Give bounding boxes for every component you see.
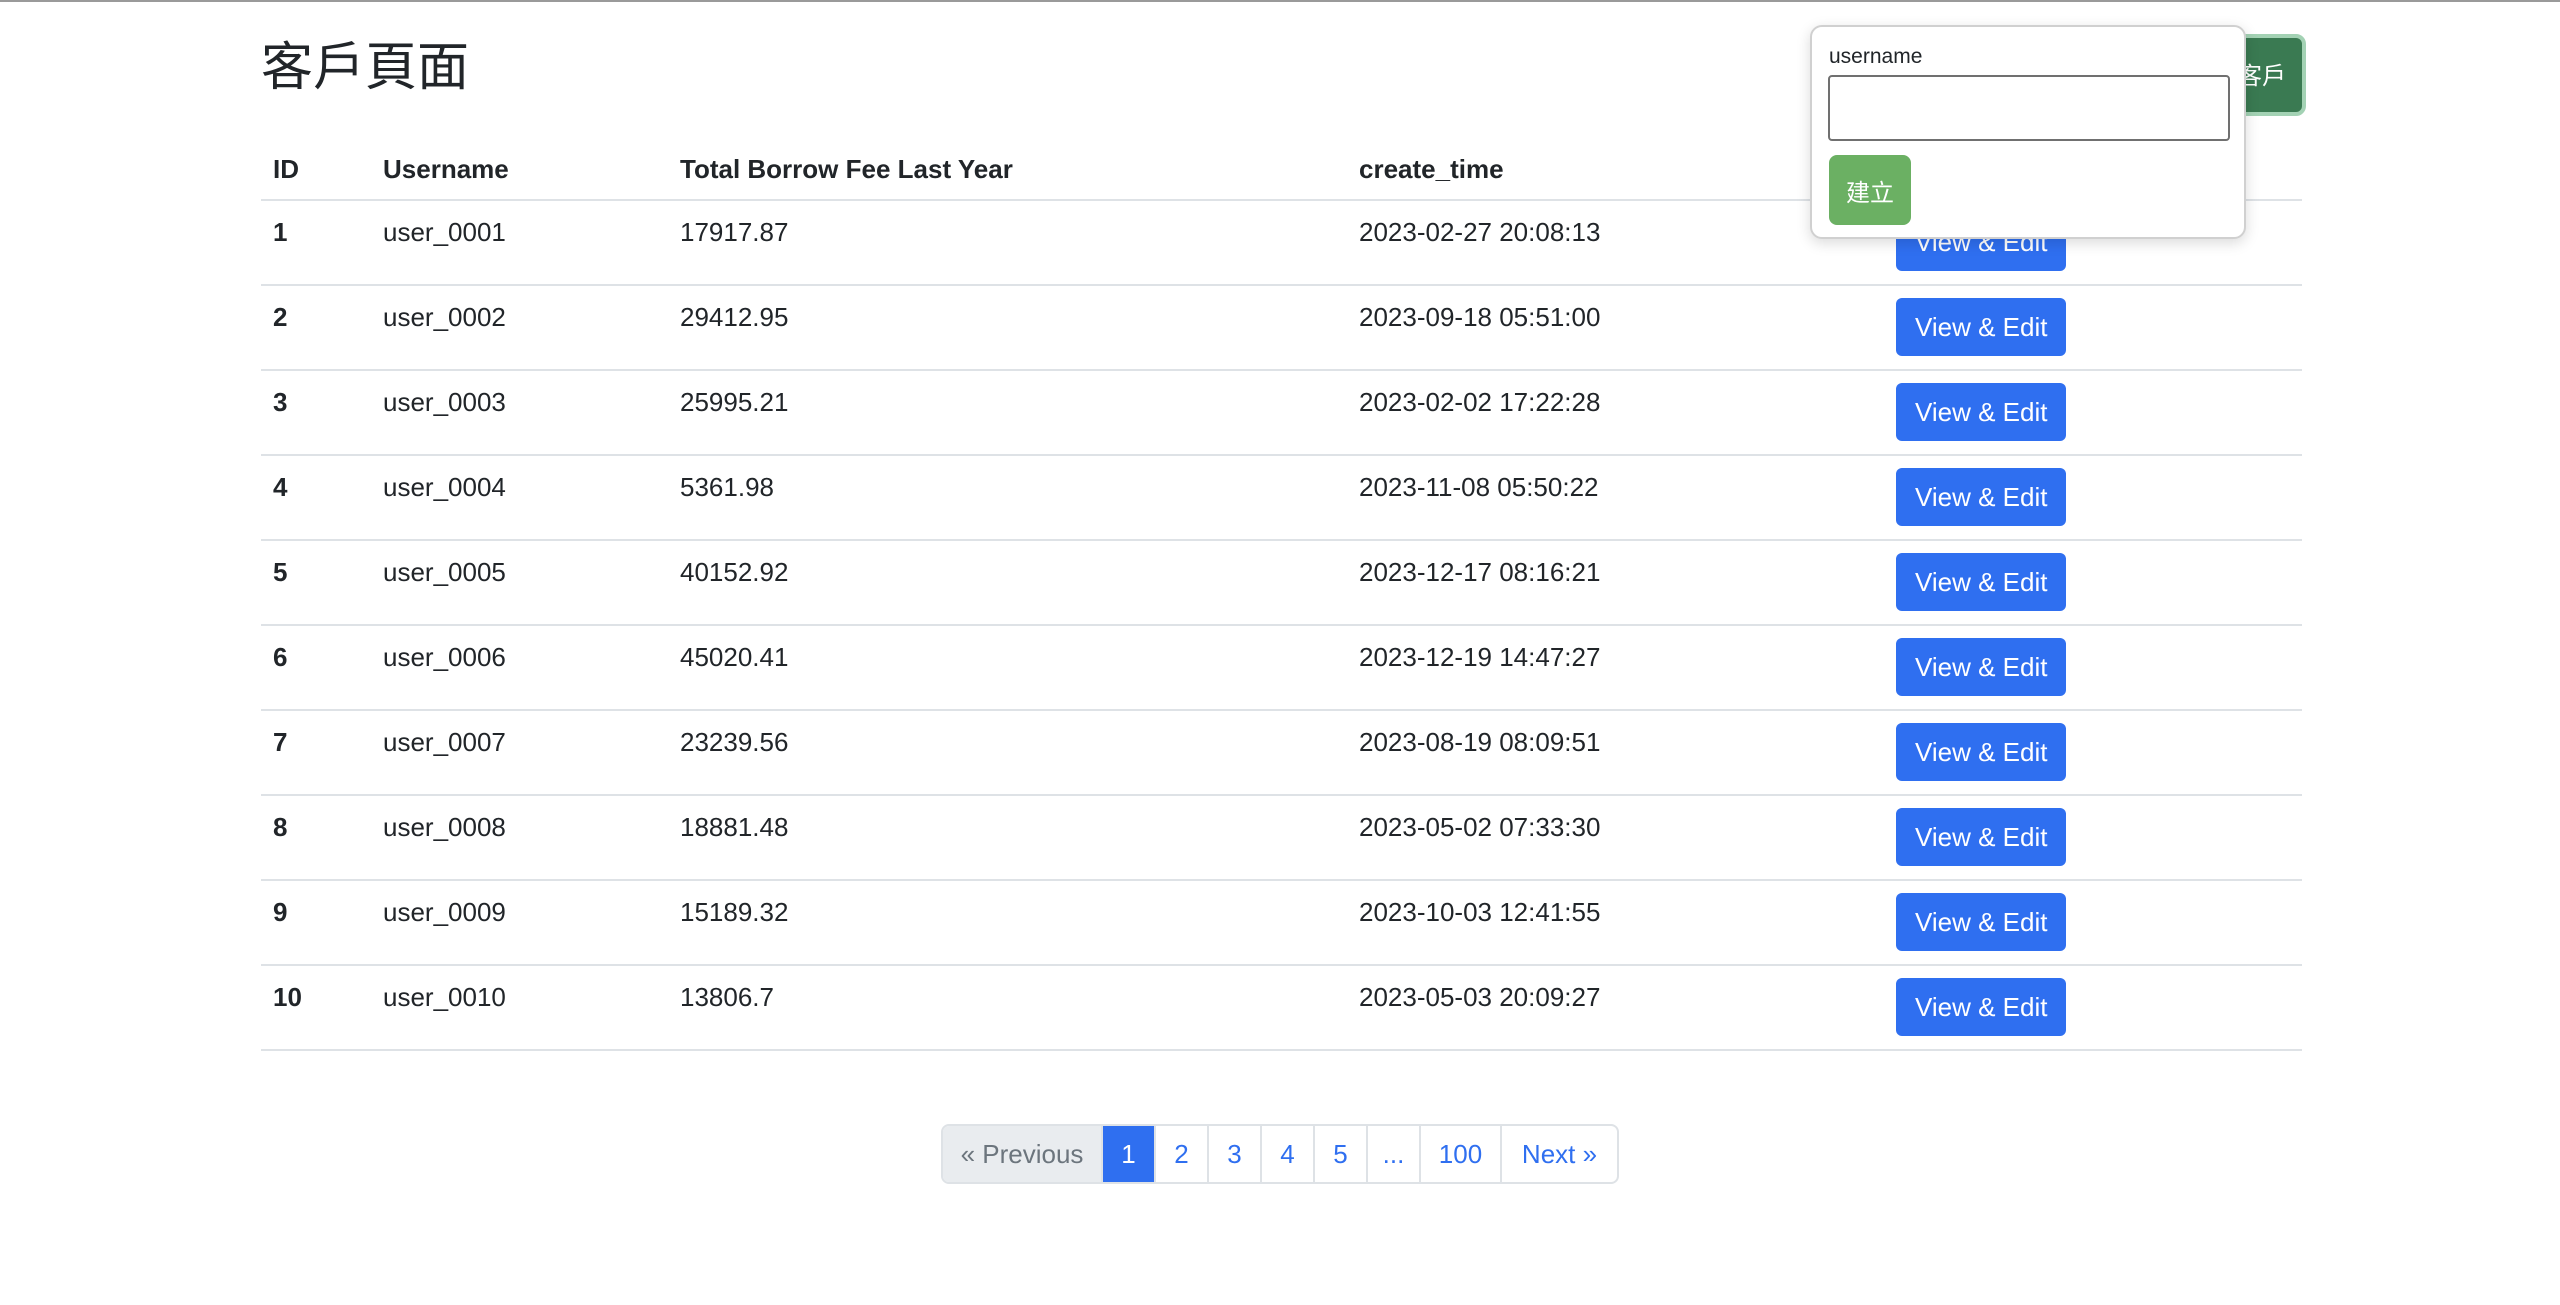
table-row: 2 user_0002 29412.95 2023-09-18 05:51:00 Vie… [261, 285, 2302, 371]
row-fee: 15189.32 [668, 880, 1347, 966]
table-row: 3 user_0003 25995.21 2023-02-02 17:22:28 Vie… [261, 370, 2302, 456]
page-link-4[interactable]: 4 [1262, 1126, 1315, 1182]
view-edit-button[interactable]: View & Edit [1896, 978, 2067, 1036]
row-create-time: 2023-05-03 20:09:27 [1347, 965, 1884, 1051]
row-actions: View & Edit [1884, 965, 2302, 1051]
row-fee: 23239.56 [668, 710, 1347, 796]
row-actions: View & Edit [1884, 285, 2302, 371]
page-link-2[interactable]: 2 [1156, 1126, 1209, 1182]
view-edit-button[interactable]: View & Edit [1896, 298, 2067, 356]
page-link-1[interactable]: 1 [1103, 1126, 1156, 1182]
table-row: 8 user_0008 18881.48 2023-05-02 07:33:30 Vie… [261, 795, 2302, 881]
table-row: 5 user_0005 40152.92 2023-12-17 08:16:21 Vie… [261, 540, 2302, 626]
row-username: user_0005 [371, 540, 668, 626]
view-edit-button[interactable]: View & Edit [1896, 553, 2067, 611]
view-edit-button[interactable]: View & Edit [1896, 723, 2067, 781]
row-fee: 5361.98 [668, 455, 1347, 541]
page-title: 客戶頁面 [261, 38, 470, 98]
row-fee: 45020.41 [668, 625, 1347, 711]
row-id: 9 [261, 880, 371, 966]
view-edit-button[interactable]: View & Edit [1896, 808, 2067, 866]
row-id: 1 [261, 200, 371, 286]
row-actions: View & Edit [1884, 370, 2302, 456]
row-username: user_0004 [371, 455, 668, 541]
row-id: 6 [261, 625, 371, 711]
page-ellipsis: ... [1368, 1126, 1421, 1182]
column-header-id: ID [261, 140, 371, 201]
view-edit-button[interactable]: View & Edit [1896, 893, 2067, 951]
top-rule [0, 0, 2560, 2]
username-input[interactable] [1828, 75, 2230, 141]
table-row: 10 user_0010 13806.7 2023-05-03 20:09:27 Vie… [261, 965, 2302, 1051]
table-row: 9 user_0009 15189.32 2023-10-03 12:41:55 Vie… [261, 880, 2302, 966]
row-actions: View & Edit [1884, 710, 2302, 796]
row-id: 7 [261, 710, 371, 796]
row-username: user_0001 [371, 200, 668, 286]
row-username: user_0007 [371, 710, 668, 796]
table-row: 6 user_0006 45020.41 2023-12-19 14:47:27 Vie… [261, 625, 2302, 711]
pagination: « Previous 1 2 3 4 5... 100 Next » [941, 1124, 1619, 1184]
page-link-5[interactable]: 5 [1315, 1126, 1368, 1182]
view-edit-button[interactable]: View & Edit [1896, 638, 2067, 696]
table-row: 7 user_0007 23239.56 2023-08-19 08:09:51 Vie… [261, 710, 2302, 796]
row-create-time: 2023-12-17 08:16:21 [1347, 540, 1884, 626]
row-fee: 18881.48 [668, 795, 1347, 881]
row-create-time: 2023-10-03 12:41:55 [1347, 880, 1884, 966]
view-edit-button[interactable]: View & Edit [1896, 468, 2067, 526]
table-row: 4 user_0004 5361.98 2023-11-08 05:50:22 View… [261, 455, 2302, 541]
username-label: username [1829, 45, 1923, 68]
row-id: 4 [261, 455, 371, 541]
row-create-time: 2023-12-19 14:47:27 [1347, 625, 1884, 711]
row-actions: View & Edit [1884, 880, 2302, 966]
column-header-username: Username [371, 140, 668, 201]
previous-page-link: « Previous [943, 1126, 1103, 1182]
row-actions: View & Edit [1884, 540, 2302, 626]
row-fee: 40152.92 [668, 540, 1347, 626]
customer-table: ID Username Total Borrow Fee Last Year c… [261, 140, 2302, 1051]
row-create-time: 2023-02-02 17:22:28 [1347, 370, 1884, 456]
row-id: 3 [261, 370, 371, 456]
row-actions: View & Edit [1884, 795, 2302, 881]
row-fee: 17917.87 [668, 200, 1347, 286]
row-actions: View & Edit [1884, 455, 2302, 541]
create-button[interactable]: 建立 [1829, 155, 1911, 225]
row-create-time: 2023-05-02 07:33:30 [1347, 795, 1884, 881]
row-username: user_0003 [371, 370, 668, 456]
row-fee: 25995.21 [668, 370, 1347, 456]
table-body: 1 user_0001 17917.87 2023-02-27 20:08:13 Vie… [261, 200, 2302, 1051]
row-create-time: 2023-08-19 08:09:51 [1347, 710, 1884, 796]
row-id: 10 [261, 965, 371, 1051]
row-fee: 29412.95 [668, 285, 1347, 371]
page-link-3[interactable]: 3 [1209, 1126, 1262, 1182]
view-edit-button[interactable]: View & Edit [1896, 383, 2067, 441]
row-create-time: 2023-09-18 05:51:00 [1347, 285, 1884, 371]
page-link-100[interactable]: 100 [1421, 1126, 1502, 1182]
row-fee: 13806.7 [668, 965, 1347, 1051]
column-header-create-time: create_time [1347, 140, 1884, 201]
row-username: user_0002 [371, 285, 668, 371]
row-id: 5 [261, 540, 371, 626]
row-id: 8 [261, 795, 371, 881]
row-username: user_0010 [371, 965, 668, 1051]
row-actions: View & Edit [1884, 625, 2302, 711]
row-create-time: 2023-11-08 05:50:22 [1347, 455, 1884, 541]
column-header-fee: Total Borrow Fee Last Year [668, 140, 1347, 201]
row-id: 2 [261, 285, 371, 371]
row-create-time: 2023-02-27 20:08:13 [1347, 200, 1884, 286]
create-customer-popover: username 建立 [1810, 25, 2246, 239]
row-username: user_0009 [371, 880, 668, 966]
row-username: user_0008 [371, 795, 668, 881]
row-username: user_0006 [371, 625, 668, 711]
next-page-link[interactable]: Next » [1502, 1126, 1617, 1182]
